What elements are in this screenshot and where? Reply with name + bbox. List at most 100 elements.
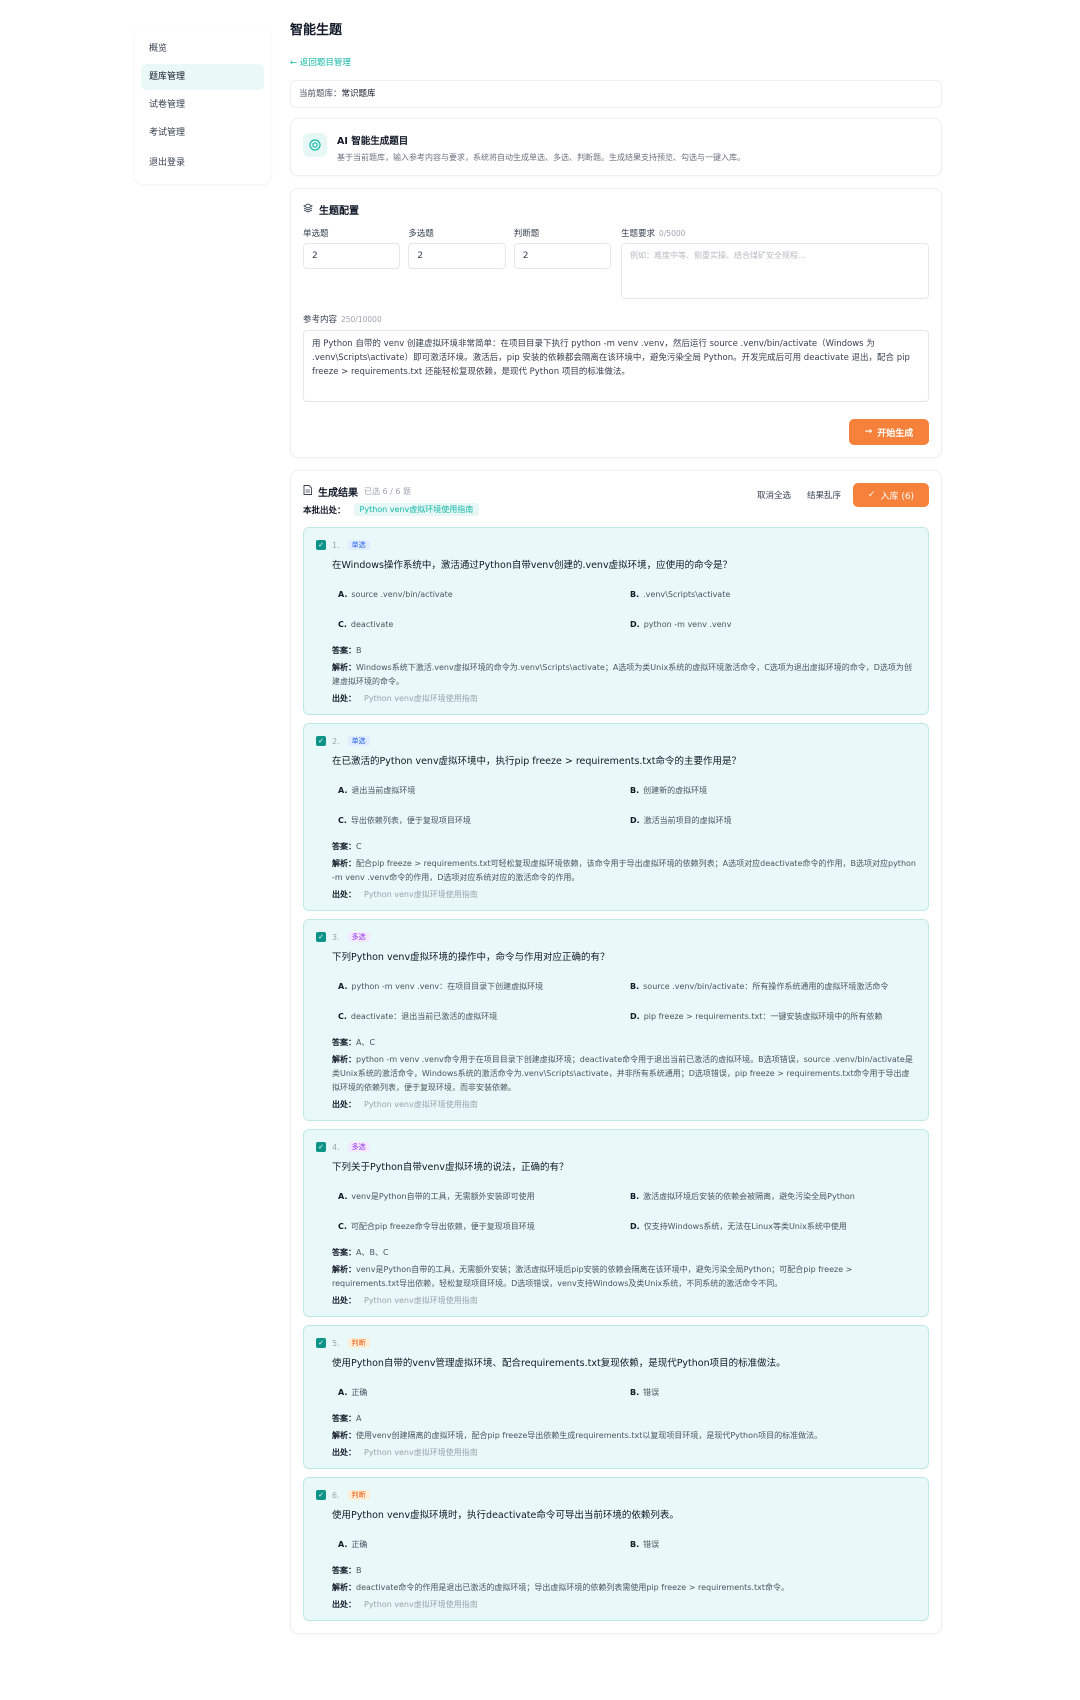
question-card: ✓ 6. 判断 使用Python venv虚拟环境时，执行deactivate命…: [303, 1477, 929, 1621]
option-text: 错误: [643, 1540, 660, 1549]
answer-value: B: [356, 1566, 362, 1575]
option-text: 正确: [351, 1540, 368, 1549]
option-key: C.: [338, 1222, 347, 1231]
question-options: A. source .venv/bin/activate B. .venv\Scrip…: [332, 580, 916, 640]
question-answer: 答案：B: [332, 644, 916, 658]
analysis-text: venv是Python自带的工具，无需额外安装；激活虚拟环境后pip安装的依赖会…: [332, 1265, 853, 1288]
option-text: 激活当前项目的虚拟环境: [643, 816, 732, 825]
question-number: 5.: [332, 1338, 340, 1348]
checkmark-icon: ✓: [318, 933, 324, 941]
target-icon: [303, 133, 327, 157]
option-key: C.: [338, 620, 347, 629]
layers-icon: [302, 202, 314, 216]
question-card: ✓ 3. 多选 下列Python venv虚拟环境的操作中，命令与作用对应正确的…: [303, 919, 929, 1121]
checkmark-icon: ✓: [318, 1491, 324, 1499]
question-option: B. 错误: [624, 1378, 916, 1408]
config-card: 生题配置 单选题 2 多选题 2 判断题 2 生题要求 0/5000 例如：难度中…: [290, 188, 942, 458]
analysis-text: Windows系统下激活.venv虚拟环境的命令为.venv\Scripts\a…: [332, 663, 912, 686]
option-text: 错误: [643, 1388, 660, 1397]
question-checkbox[interactable]: ✓: [316, 1142, 326, 1152]
option-key: A.: [338, 1388, 348, 1397]
import-button[interactable]: ✓ 入库 (6): [853, 483, 929, 507]
requirement-counter: 0/5000: [659, 229, 686, 238]
question-source: 出处： Python venv虚拟环境使用指南: [332, 692, 916, 706]
analysis-label: 解析：: [332, 859, 356, 868]
sidebar-item-logout[interactable]: 退出登录: [141, 150, 264, 176]
question-checkbox[interactable]: ✓: [316, 932, 326, 942]
sidebar-item-overview[interactable]: 概览: [141, 36, 264, 62]
question-option: A. 正确: [332, 1378, 624, 1408]
result-title-text: 生成结果: [318, 487, 358, 499]
source-text: Python venv虚拟环境使用指南: [364, 1296, 478, 1305]
reference-label-text: 参考内容: [303, 315, 338, 325]
question-checkbox[interactable]: ✓: [316, 540, 326, 550]
question-stem: 在Windows操作系统中，激活通过Python自带venv创建的.venv虚拟…: [332, 560, 733, 571]
deselect-all-button[interactable]: 取消全选: [757, 489, 791, 501]
requirement-input[interactable]: 例如：难度中等、侧重实操、结合煤矿安全规程...: [621, 243, 929, 299]
question-number: 6.: [332, 1490, 340, 1500]
reference-textarea[interactable]: 用 Python 自带的 venv 创建虚拟环境非常简单：在项目目录下执行 py…: [303, 330, 929, 402]
option-text: pip freeze > requirements.txt：一键安装虚拟环境中的…: [643, 1012, 883, 1021]
generate-button[interactable]: → 开始生成: [849, 419, 929, 445]
question-option: A. venv是Python自带的工具，无需额外安装即可使用: [332, 1182, 624, 1212]
question-option: C. 导出依赖列表，便于复现项目环境: [332, 806, 624, 836]
question-analysis: 解析：Windows系统下激活.venv虚拟环境的命令为.venv\Script…: [332, 661, 916, 689]
question-option: A. python -m venv .venv：在项目目录下创建虚拟环境: [332, 972, 624, 1002]
question-option: B. source .venv/bin/activate：所有操作系统通用的虚拟环…: [624, 972, 916, 1002]
option-key: D.: [630, 816, 640, 825]
current-bank-value: 常识题库: [341, 89, 376, 99]
option-key: B.: [630, 1192, 640, 1201]
option-key: B.: [630, 786, 640, 795]
option-key: D.: [630, 1222, 640, 1231]
option-text: 正确: [351, 1388, 368, 1397]
question-stem: 使用Python venv虚拟环境时，执行deactivate命令可导出当前环境…: [332, 1510, 679, 1521]
sidebar-item-papers[interactable]: 试卷管理: [141, 92, 264, 118]
answer-label: 答案：: [332, 1566, 356, 1575]
option-key: B.: [630, 1540, 640, 1549]
option-text: 仅支持Windows系统，无法在Linux等类Unix系统中使用: [643, 1222, 847, 1231]
analysis-text: deactivate命令的作用是退出已激活的虚拟环境；导出虚拟环境的依赖列表需使…: [356, 1583, 790, 1592]
question-list: ✓ 1. 单选 在Windows操作系统中，激活通过Python自带venv创建…: [303, 527, 929, 1621]
answer-label: 答案：: [332, 842, 356, 851]
multi-count-input[interactable]: 2: [408, 243, 506, 269]
question-source: 出处： Python venv虚拟环境使用指南: [332, 1598, 916, 1612]
checkmark-icon: ✓: [318, 541, 324, 549]
answer-value: A: [356, 1414, 362, 1423]
question-option: C. deactivate：退出当前已激活的虚拟环境: [332, 1002, 624, 1032]
question-answer: 答案：B: [332, 1564, 916, 1578]
sidebar-item-question-bank[interactable]: 题库管理: [141, 64, 264, 90]
analysis-text: 使用venv创建隔离的虚拟环境，配合pip freeze导出依赖生成requir…: [356, 1431, 823, 1440]
question-analysis: 解析：配合pip freeze > requirements.txt可轻松复现虚…: [332, 857, 916, 885]
question-card: ✓ 1. 单选 在Windows操作系统中，激活通过Python自带venv创建…: [303, 527, 929, 715]
question-option: D. pip freeze > requirements.txt：一键安装虚拟环境…: [624, 1002, 916, 1032]
option-text: source .venv/bin/activate：所有操作系统通用的虚拟环境激…: [643, 982, 889, 991]
answer-value: A、B、C: [356, 1248, 389, 1257]
question-checkbox[interactable]: ✓: [316, 1338, 326, 1348]
ai-intro-card: AI 智能生成题目 基于当前题库，输入参考内容与要求，系统将自动生成单选、多选、…: [290, 118, 942, 176]
source-label: 出处：: [332, 694, 356, 703]
question-option: B. .venv\Scripts\activate: [624, 580, 916, 610]
question-options: A. python -m venv .venv：在项目目录下创建虚拟环境 B. sou…: [332, 972, 916, 1032]
question-checkbox[interactable]: ✓: [316, 736, 326, 746]
judge-count-input[interactable]: 2: [513, 243, 612, 269]
sidebar-item-exams[interactable]: 考试管理: [141, 120, 264, 146]
question-option: D. python -m venv .venv: [624, 610, 916, 640]
question-source: 出处： Python venv虚拟环境使用指南: [332, 1294, 916, 1308]
question-option: A. 正确: [332, 1530, 624, 1560]
question-checkbox[interactable]: ✓: [316, 1490, 326, 1500]
source-text: Python venv虚拟环境使用指南: [364, 890, 478, 899]
option-text: deactivate: [350, 620, 394, 629]
ai-description: 基于当前题库，输入参考内容与要求，系统将自动生成单选、多选、判断题。生成结果支持…: [337, 153, 745, 162]
question-answer: 答案：A、C: [332, 1036, 916, 1050]
question-options: A. venv是Python自带的工具，无需额外安装即可使用 B. 激活虚拟环境后安装…: [332, 1182, 916, 1242]
current-bank-label: 当前题库：: [299, 89, 342, 99]
option-key: A.: [338, 1540, 348, 1549]
source-label: 出处：: [332, 1296, 356, 1305]
question-options: A. 正确 B. 错误: [332, 1378, 916, 1408]
source-label: 出处：: [332, 890, 356, 899]
single-count-input[interactable]: 2: [303, 243, 401, 269]
question-analysis: 解析：python -m venv .venv命令用于在项目目录下创建虚拟环境；…: [332, 1053, 916, 1095]
back-link[interactable]: ← 返回题目管理: [290, 56, 942, 70]
source-label: 出处：: [332, 1100, 356, 1109]
shuffle-button[interactable]: 结果乱序: [807, 489, 841, 501]
